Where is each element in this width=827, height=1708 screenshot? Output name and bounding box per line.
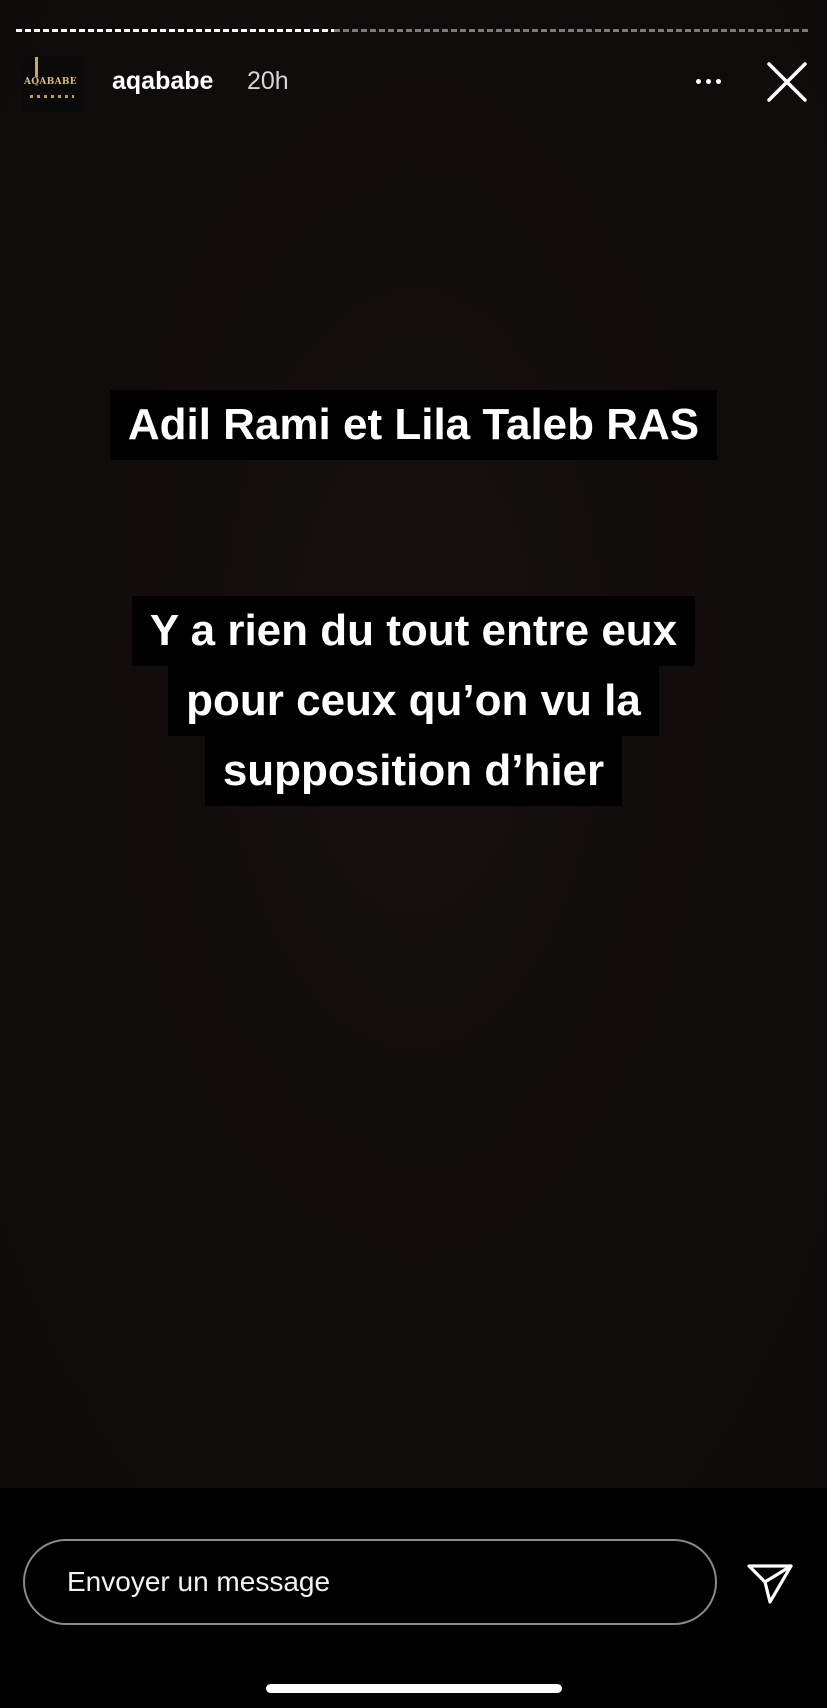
caption-line: Adil Rami et Lila Taleb RAS [109,390,718,460]
caption-line: Y a rien du tout entre eux [131,596,696,666]
avatar[interactable]: AQABABE [22,55,84,111]
username[interactable]: aqababe [112,66,213,96]
story-progress-track [334,29,811,32]
caption-line: pour ceux qu’on vu la [168,666,659,736]
send-button[interactable] [745,1558,795,1608]
caption-line: supposition d’hier [204,736,623,806]
avatar-logo-text: AQABABE [24,77,77,87]
more-horizontal-icon-dot [715,78,721,84]
close-button[interactable] [765,60,809,104]
avatar-logo-bar [35,57,38,77]
avatar-logo-dots [30,95,74,98]
message-input[interactable]: Envoyer un message [23,1539,717,1625]
message-placeholder: Envoyer un message [67,1566,331,1597]
send-paper-plane-icon [747,1564,793,1604]
story-caption-body: Y a rien du tout entre eux pour ceux qu’… [0,596,827,806]
home-indicator[interactable] [266,1684,562,1693]
story-progress-bar [16,29,811,32]
timestamp: 20h [247,67,289,95]
more-horizontal-icon-dot [705,78,711,84]
story-caption-title: Adil Rami et Lila Taleb RAS [0,390,827,460]
more-horizontal-icon [695,78,701,84]
story-progress-filled [16,29,334,32]
more-options-button[interactable] [688,66,728,96]
close-icon [767,62,807,102]
